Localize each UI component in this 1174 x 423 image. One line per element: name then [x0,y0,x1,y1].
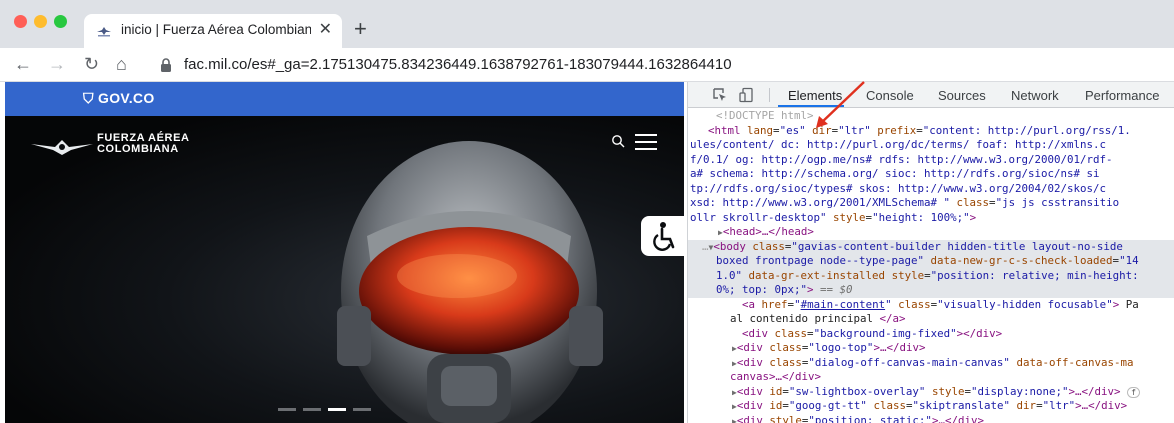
toolbar-separator [769,88,770,102]
gov-shield-icon: ⛉ [83,90,94,106]
dom-node-doctype[interactable]: <!DOCTYPE html> [688,109,1174,124]
devtools-panel: Elements Console Sources Network Perform… [688,82,1174,423]
forward-icon[interactable]: → [48,52,66,76]
fac-logo[interactable]: FUERZA AÉREA COLOMBIANA [31,132,191,160]
carousel-dot[interactable] [353,408,371,411]
doctype-text: <!DOCTYPE html> [716,109,814,122]
dom-node-div[interactable]: ▶<div id="goog-gt-tt" class="skiptransla… [688,399,1174,414]
tab-close-icon[interactable]: ✕ [319,20,332,40]
dom-node-div[interactable]: <div class="background-img-fixed"></div> [688,327,1174,342]
wheelchair-icon [653,222,675,251]
browser-tab[interactable]: inicio | Fuerza Aérea Colombiana ✕ [84,14,342,48]
minimize-window-button[interactable] [34,15,47,28]
dom-node-html[interactable]: <html lang="es" dir="ltr" prefix="conten… [688,124,1174,139]
home-icon[interactable]: ⌂ [116,52,127,76]
website-viewport: ⛉ GOV.CO FUERZA AÉREA COLOMBIANA [5,82,684,423]
dom-line: xsd: http://www.w3.org/2001/XMLSchema# "… [690,196,1120,209]
dom-line: f/0.1/ og: http://ogp.me/ns# rdfs: http:… [690,152,1113,166]
hamburger-menu-icon[interactable] [635,134,657,150]
dom-line: tp://rdfs.org/sioc/types# skos: http://w… [690,181,1107,195]
back-icon[interactable]: ← [14,52,32,76]
dom-node-body-selected[interactable]: …▼<body class="gavias-content-builder hi… [688,239,1174,254]
dom-line: al contenido principal </a> [730,312,906,325]
address-bar[interactable]: fac.mil.co/es#_ga=2.175130475.834236449.… [184,56,732,73]
red-annotation-arrow-icon [816,81,865,128]
fac-brand-text: FUERZA AÉREA COLOMBIANA [97,133,190,155]
tab-strip: inicio | Fuerza Aérea Colombiana ✕ + [0,0,1174,48]
selected-node-marker: == $0 [820,283,853,296]
carousel-dot-active[interactable] [328,408,346,411]
tab-title: inicio | Fuerza Aérea Colombiana [121,22,311,37]
flex-badge[interactable]: f [1127,386,1140,398]
search-icon[interactable] [611,134,625,148]
hero-banner: FUERZA AÉREA COLOMBIANA [5,116,684,423]
carousel-indicators [278,408,374,412]
fac-favicon-icon [97,27,111,37]
gov-bar: ⛉ GOV.CO [5,82,684,116]
dom-node-skip-link[interactable]: <a href="#main-content" class="visually-… [688,298,1174,313]
dom-line: canvas>…</div> [730,370,822,383]
dom-node-div[interactable]: ▶<div style="position: static;">…</div> [688,414,1174,423]
carousel-dot[interactable] [278,408,296,411]
new-tab-button[interactable]: + [354,17,367,41]
dom-line: ollr skrollr-desktop" style="height: 100… [690,210,977,224]
dom-line: boxed frontpage node--type-page" data-ne… [688,254,1174,269]
browser-toolbar: ← → ↻ ⌂ fac.mil.co/es#_ga=2.175130475.83… [0,48,1174,82]
lock-icon[interactable] [160,58,172,72]
fac-wings-icon [31,140,93,155]
tab-network[interactable]: Network [1011,88,1059,103]
accessibility-button[interactable] [641,216,684,256]
dom-node-head[interactable]: ▶<head>…</head> [688,225,1174,240]
carousel-dot[interactable] [303,408,321,411]
dom-node-div[interactable]: ▶<div class="logo-top">…</div> [688,341,1174,356]
dom-tree: <!DOCTYPE html> <html lang="es" dir="ltr… [688,109,1174,423]
dom-line: 1.0" data-gr-ext-installed style="positi… [688,268,1174,283]
dom-node-div[interactable]: ▶<div id="sw-lightbox-overlay" style="di… [688,385,1174,400]
close-window-button[interactable] [14,15,27,28]
gov-co-label: GOV.CO [98,90,155,106]
devtools-tabbar: Elements Console Sources Network Perform… [688,82,1174,108]
dom-line: 0%; top: 0px;"> == $0 [688,283,1174,298]
dom-line: ules/content/ dc: http://purl.org/dc/ter… [690,138,1107,151]
tab-sources[interactable]: Sources [938,88,986,103]
gov-co-logo[interactable]: ⛉ GOV.CO [83,90,155,107]
dom-line: a# schema: http://schema.org/ sioc: http… [690,167,1100,180]
pilot-helmet-image [337,141,603,423]
dom-node-div[interactable]: ▶<div class="dialog-off-canvas-main-canv… [688,356,1174,371]
tab-performance[interactable]: Performance [1085,88,1159,103]
reload-icon[interactable]: ↻ [84,52,99,76]
device-toolbar-icon[interactable] [739,87,755,103]
maximize-window-button[interactable] [54,15,67,28]
fac-brand-line2: COLOMBIANA [97,143,179,155]
inspect-element-icon[interactable] [712,87,728,103]
